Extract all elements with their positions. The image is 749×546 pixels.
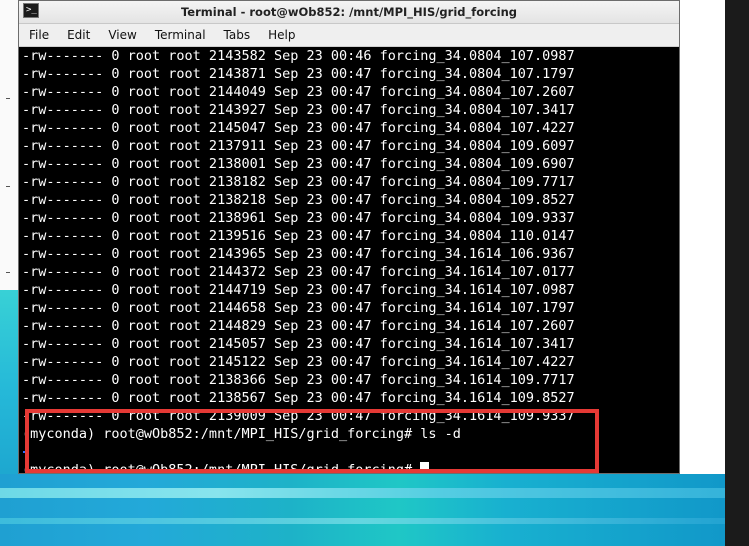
menu-bar: File Edit View Terminal Tabs Help (19, 24, 679, 47)
menu-terminal[interactable]: Terminal (146, 24, 215, 46)
terminal-line: -rw------- 0 root root 2144049 Sep 23 00… (22, 84, 575, 100)
desktop-edge-marks (6, 0, 16, 290)
desktop-wallpaper-bottom (0, 474, 725, 546)
terminal-line: -rw------- 0 root root 2143965 Sep 23 00… (22, 246, 575, 262)
terminal-line: -rw------- 0 root root 2138218 Sep 23 00… (22, 192, 575, 208)
terminal-line: -rw------- 0 root root 2137911 Sep 23 00… (22, 138, 575, 154)
terminal-line: -rw------- 0 root root 2145047 Sep 23 00… (22, 120, 575, 136)
window-title: Terminal - root@wOb852: /mnt/MPI_HIS/gri… (180, 5, 518, 19)
terminal-line: -rw------- 0 root root 2143927 Sep 23 00… (22, 102, 575, 118)
terminal-line: -rw------- 0 root root 2138001 Sep 23 00… (22, 156, 575, 172)
window-titlebar[interactable]: >_ Terminal - root@wOb852: /mnt/MPI_HIS/… (19, 1, 679, 24)
wallpaper-stripe (0, 488, 725, 498)
desktop-dark-edge (725, 0, 749, 546)
terminal-line: -rw------- 0 root root 2144829 Sep 23 00… (22, 318, 575, 334)
terminal-line: -rw------- 0 root root 2144658 Sep 23 00… (22, 300, 575, 316)
terminal-line: -rw------- 0 root root 2145057 Sep 23 00… (22, 336, 575, 352)
desktop-background-right (680, 0, 725, 546)
terminal-line: -rw------- 0 root root 2138961 Sep 23 00… (22, 210, 575, 226)
terminal-line: -rw------- 0 root root 2143582 Sep 23 00… (22, 48, 575, 64)
terminal-line: -rw------- 0 root root 2138182 Sep 23 00… (22, 174, 575, 190)
menu-edit[interactable]: Edit (58, 24, 99, 46)
terminal-line: -rw------- 0 root root 2138366 Sep 23 00… (22, 372, 575, 388)
menu-tabs[interactable]: Tabs (215, 24, 260, 46)
terminal-line: -rw------- 0 root root 2145122 Sep 23 00… (22, 354, 575, 370)
menu-help[interactable]: Help (259, 24, 304, 46)
terminal-line: -rw------- 0 root root 2139516 Sep 23 00… (22, 228, 575, 244)
menu-file[interactable]: File (19, 24, 58, 46)
wallpaper-stripe (0, 518, 725, 524)
red-highlight-box (25, 409, 599, 473)
terminal-line: -rw------- 0 root root 2144719 Sep 23 00… (22, 282, 575, 298)
menu-view[interactable]: View (99, 24, 145, 46)
terminal-line: -rw------- 0 root root 2143871 Sep 23 00… (22, 66, 575, 82)
terminal-line: -rw------- 0 root root 2138567 Sep 23 00… (22, 390, 575, 406)
desktop-background-left (0, 0, 18, 290)
terminal-window[interactable]: >_ Terminal - root@wOb852: /mnt/MPI_HIS/… (18, 0, 680, 474)
terminal-line: -rw------- 0 root root 2144372 Sep 23 00… (22, 264, 575, 280)
